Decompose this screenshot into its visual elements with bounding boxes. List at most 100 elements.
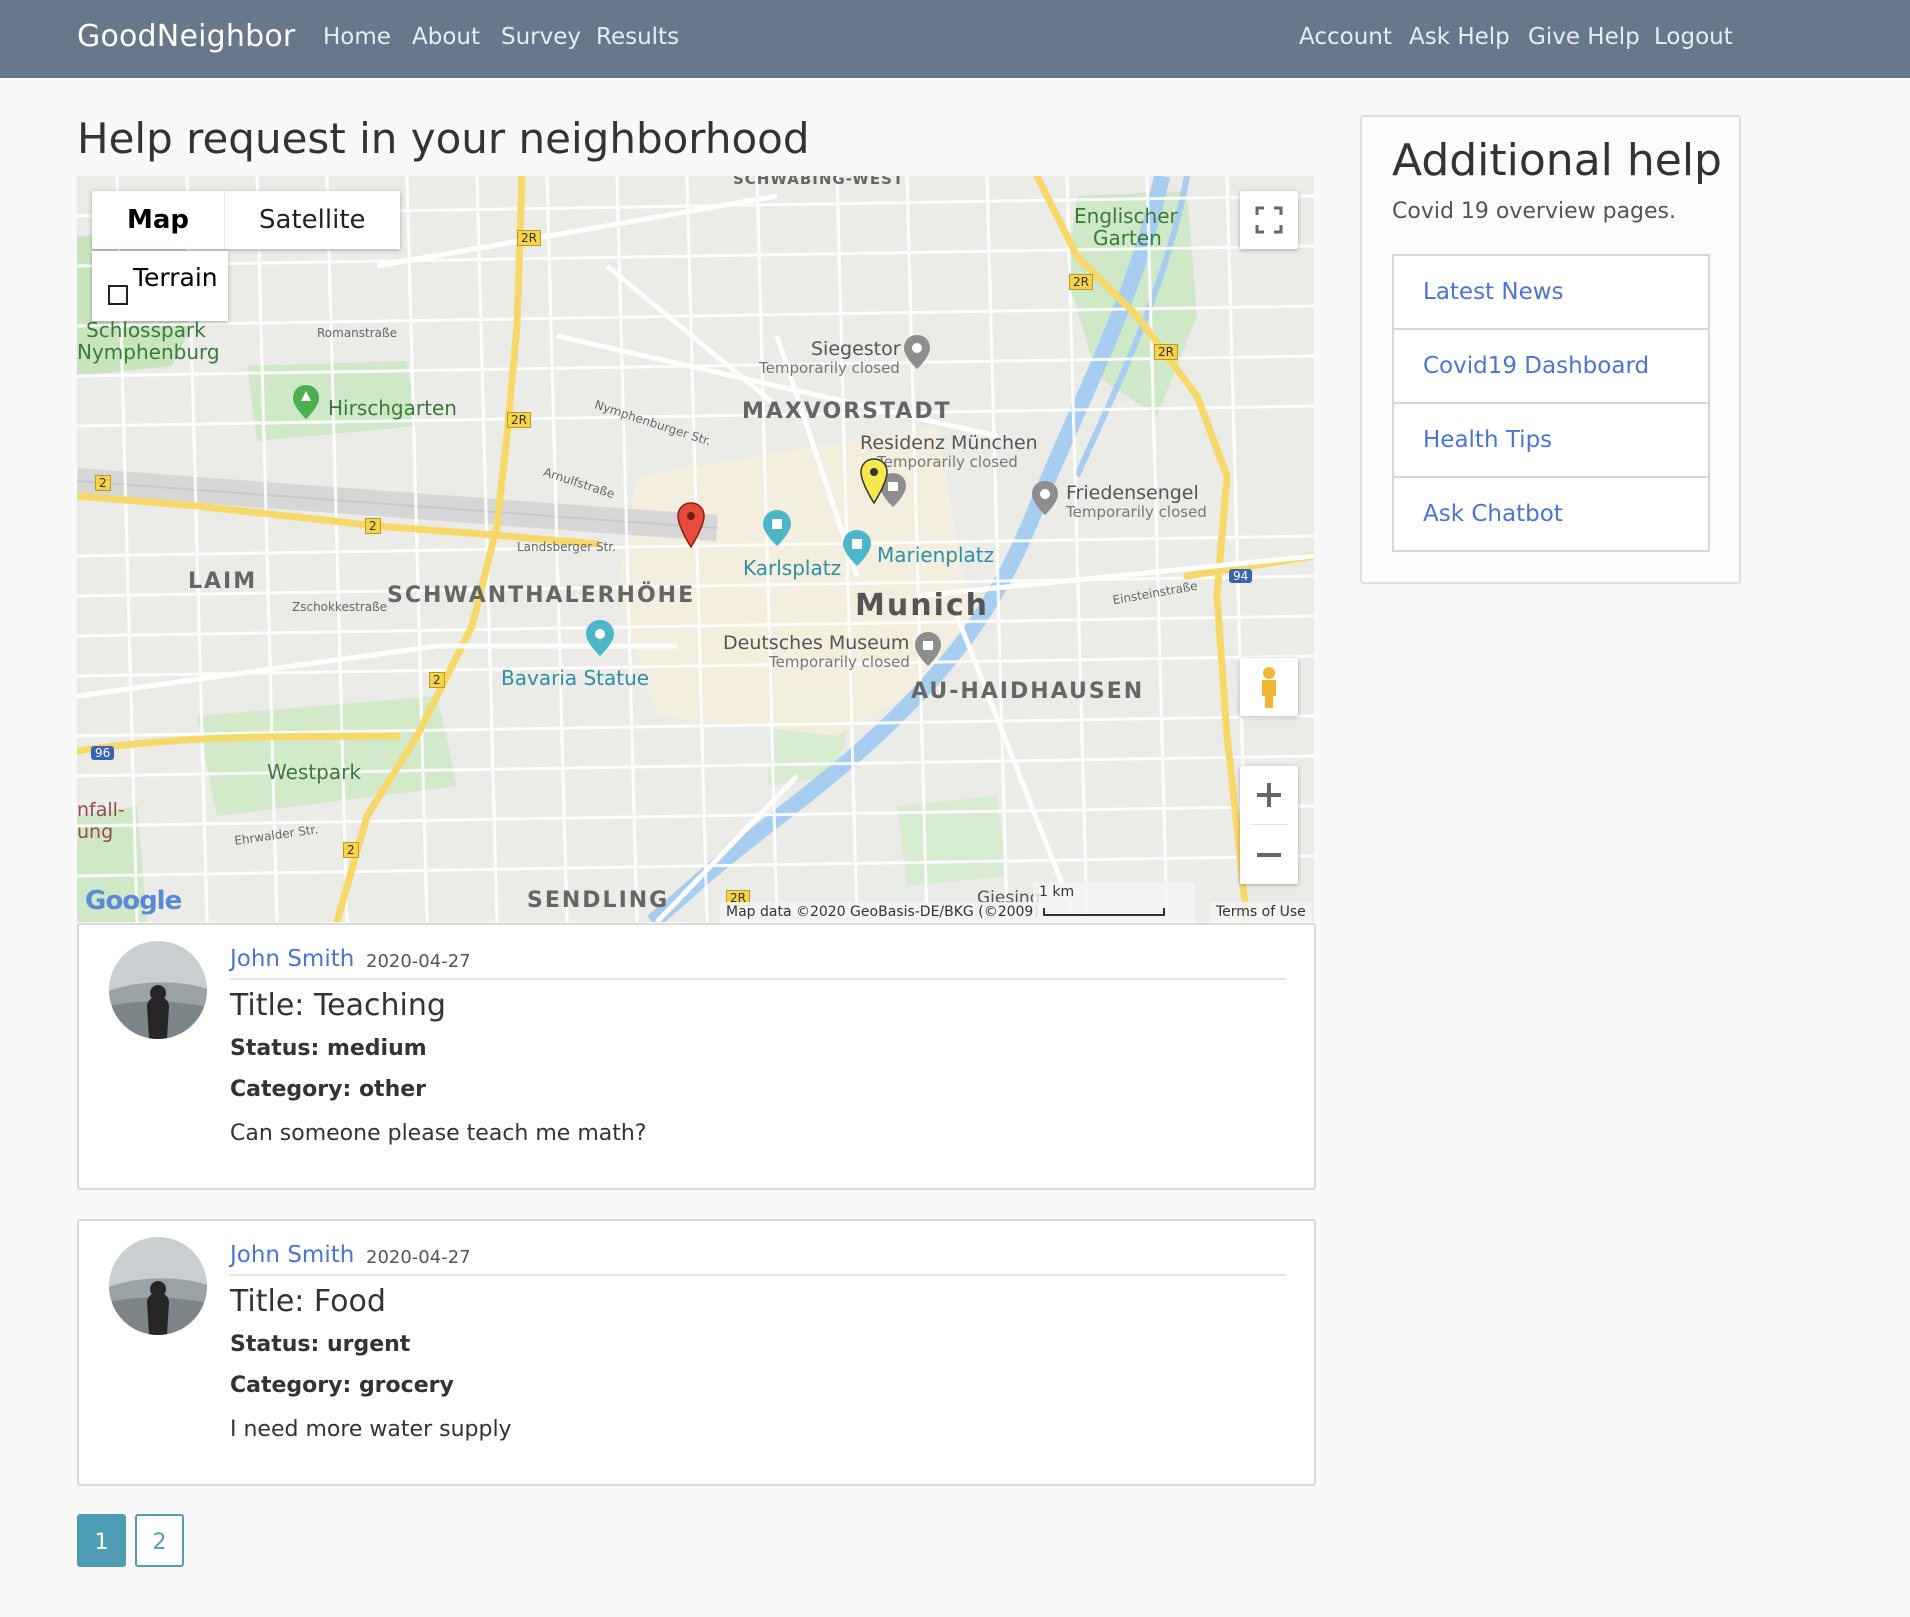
park-pin-icon bbox=[293, 385, 319, 419]
map-label-friedensengel-status: Temporarily closed bbox=[1066, 503, 1207, 521]
additional-help-sidebar: Additional help Covid 19 overview pages.… bbox=[1360, 115, 1741, 584]
map-street-landsberger: Landsberger Str. bbox=[517, 540, 616, 554]
post-title: Title: Food bbox=[230, 1284, 386, 1319]
road-badge-2-2: 2 bbox=[365, 518, 381, 534]
pegman-icon bbox=[1262, 667, 1276, 708]
map-street-zschokke: Zschokkestraße bbox=[292, 600, 388, 614]
map-scale-label: 1 km bbox=[1039, 884, 1075, 900]
road-badge-2r-4: 2R bbox=[507, 412, 531, 428]
zoom-control bbox=[1240, 766, 1298, 884]
pagination-page-2[interactable]: 2 bbox=[135, 1514, 184, 1567]
brand-logo-link[interactable]: GoodNeighbor bbox=[77, 19, 295, 54]
nav-logout-link[interactable]: Logout bbox=[1654, 24, 1733, 50]
post-date: 2020-04-27 bbox=[366, 951, 471, 972]
map-label-laim: LAIM bbox=[188, 569, 258, 594]
page-title: Help request in your neighborhood bbox=[77, 114, 810, 163]
museum-pin-icon bbox=[915, 632, 941, 666]
post-body: I need more water supply bbox=[230, 1417, 512, 1442]
avatar bbox=[109, 941, 207, 1039]
post-status: Status: medium bbox=[230, 1036, 427, 1061]
help-request-card: John Smith 2020-04-27 Title: Food Status… bbox=[77, 1219, 1316, 1486]
help-request-card: John Smith 2020-04-27 Title: Teaching St… bbox=[77, 923, 1316, 1190]
neighborhood-map[interactable]: SCHWABING-WEST Englischer Garten Schloss… bbox=[77, 176, 1314, 922]
map-label-au-haidhausen: AU-HAIDHAUSEN bbox=[911, 679, 1145, 704]
post-author-link[interactable]: John Smith bbox=[230, 1242, 354, 1268]
map-type-control: Map Satellite bbox=[92, 191, 400, 249]
terrain-option[interactable]: Terrain bbox=[92, 251, 228, 321]
map-label-residenz: Residenz München bbox=[860, 432, 1038, 454]
map-label-friedensengel: Friedensengel bbox=[1066, 482, 1199, 504]
map-label-englischer-2: Garten bbox=[1093, 226, 1162, 250]
road-badge-96: 96 bbox=[91, 746, 115, 760]
map-label-englischer-1: Englischer bbox=[1074, 204, 1178, 228]
post-category: Category: grocery bbox=[230, 1373, 454, 1398]
post-author-link[interactable]: John Smith bbox=[230, 946, 354, 972]
map-label-maxvorstadt: MAXVORSTADT bbox=[742, 399, 952, 424]
avatar-image bbox=[109, 941, 207, 1039]
nav-home-link[interactable]: Home bbox=[323, 24, 391, 50]
map-terms-link[interactable]: Terms of Use bbox=[1210, 902, 1312, 922]
nav-survey-link[interactable]: Survey bbox=[501, 24, 581, 50]
map-attribution: Map data ©2020 GeoBasis-DE/BKG (©2009) bbox=[720, 902, 1045, 922]
terrain-label: Terrain bbox=[133, 263, 218, 292]
zoom-out-button[interactable] bbox=[1240, 826, 1298, 884]
google-logo: Google bbox=[85, 886, 182, 916]
sidebar-title: Additional help bbox=[1392, 135, 1722, 186]
sidebar-link-covid19-dashboard[interactable]: Covid19 Dashboard bbox=[1394, 328, 1708, 402]
post-body: Can someone please teach me math? bbox=[230, 1121, 647, 1146]
terrain-checkbox[interactable] bbox=[108, 285, 128, 305]
tourist-pin-icon-karlsplatz bbox=[763, 510, 791, 546]
map-type-map-button[interactable]: Map bbox=[92, 191, 224, 249]
post-divider bbox=[230, 1274, 1286, 1276]
fullscreen-button[interactable] bbox=[1240, 191, 1298, 249]
landmark-pin-icon-friedensengel bbox=[1032, 481, 1058, 515]
map-label-westpark: Westpark bbox=[267, 760, 361, 784]
map-label-bavaria-statue: Bavaria Statue bbox=[501, 666, 650, 690]
map-type-satellite-button[interactable]: Satellite bbox=[224, 191, 400, 249]
map-label-munich: Munich bbox=[855, 588, 989, 623]
map-label-residenz-status: Temporarily closed bbox=[877, 453, 1018, 471]
map-street-romanstrasse: Romanstraße bbox=[317, 326, 397, 340]
landmark-pin-icon-siegestor bbox=[904, 335, 930, 369]
nav-give-help-link[interactable]: Give Help bbox=[1528, 24, 1640, 50]
road-badge-94: 94 bbox=[1229, 569, 1253, 583]
fullscreen-icon bbox=[1255, 206, 1283, 234]
map-label-schwanthalerhoehe: SCHWANTHALERHÖHE bbox=[387, 583, 696, 608]
map-label-edge-1: nfall- bbox=[77, 799, 125, 821]
map-scale-bar bbox=[1043, 908, 1165, 916]
post-date: 2020-04-27 bbox=[366, 1247, 471, 1268]
map-base-tiles bbox=[77, 176, 1314, 922]
nav-results-link[interactable]: Results bbox=[596, 24, 679, 50]
sidebar-link-health-tips[interactable]: Health Tips bbox=[1394, 402, 1708, 476]
sidebar-subtitle: Covid 19 overview pages. bbox=[1392, 199, 1677, 224]
minus-icon bbox=[1257, 853, 1281, 857]
road-badge-2-4: 2 bbox=[343, 842, 359, 858]
nav-account-link[interactable]: Account bbox=[1299, 24, 1392, 50]
map-label-deutsches-museum-status: Temporarily closed bbox=[769, 653, 910, 671]
nav-about-link[interactable]: About bbox=[412, 24, 480, 50]
tourist-pin-icon-marienplatz bbox=[843, 530, 871, 566]
avatar bbox=[109, 1237, 207, 1335]
map-label-schlosspark-1: Schlosspark bbox=[86, 318, 206, 342]
map-label-siegestor: Siegestor bbox=[811, 338, 901, 360]
map-label-schlosspark-2: Nymphenburg bbox=[77, 340, 220, 364]
post-category: Category: other bbox=[230, 1077, 427, 1102]
zoom-divider bbox=[1250, 824, 1288, 825]
help-request-marker-yellow[interactable] bbox=[860, 458, 888, 504]
road-badge-2r-1: 2R bbox=[517, 230, 541, 246]
pagination-page-1[interactable]: 1 bbox=[77, 1514, 126, 1567]
nav-ask-help-link[interactable]: Ask Help bbox=[1409, 24, 1510, 50]
sidebar-link-ask-chatbot[interactable]: Ask Chatbot bbox=[1394, 476, 1708, 550]
map-label-siegestor-status: Temporarily closed bbox=[759, 359, 900, 377]
map-label-schwabing: SCHWABING-WEST bbox=[733, 176, 905, 188]
road-badge-2-3: 2 bbox=[429, 672, 445, 688]
help-request-marker-red[interactable] bbox=[677, 502, 705, 548]
sidebar-link-latest-news[interactable]: Latest News bbox=[1394, 256, 1708, 328]
map-label-deutsches-museum: Deutsches Museum bbox=[723, 632, 910, 654]
post-title: Title: Teaching bbox=[230, 988, 446, 1023]
plus-icon bbox=[1257, 783, 1281, 807]
street-view-button[interactable] bbox=[1240, 658, 1298, 716]
map-label-karlsplatz: Karlsplatz bbox=[743, 556, 842, 580]
zoom-in-button[interactable] bbox=[1240, 766, 1298, 824]
map-label-hirschgarten: Hirschgarten bbox=[328, 396, 457, 420]
